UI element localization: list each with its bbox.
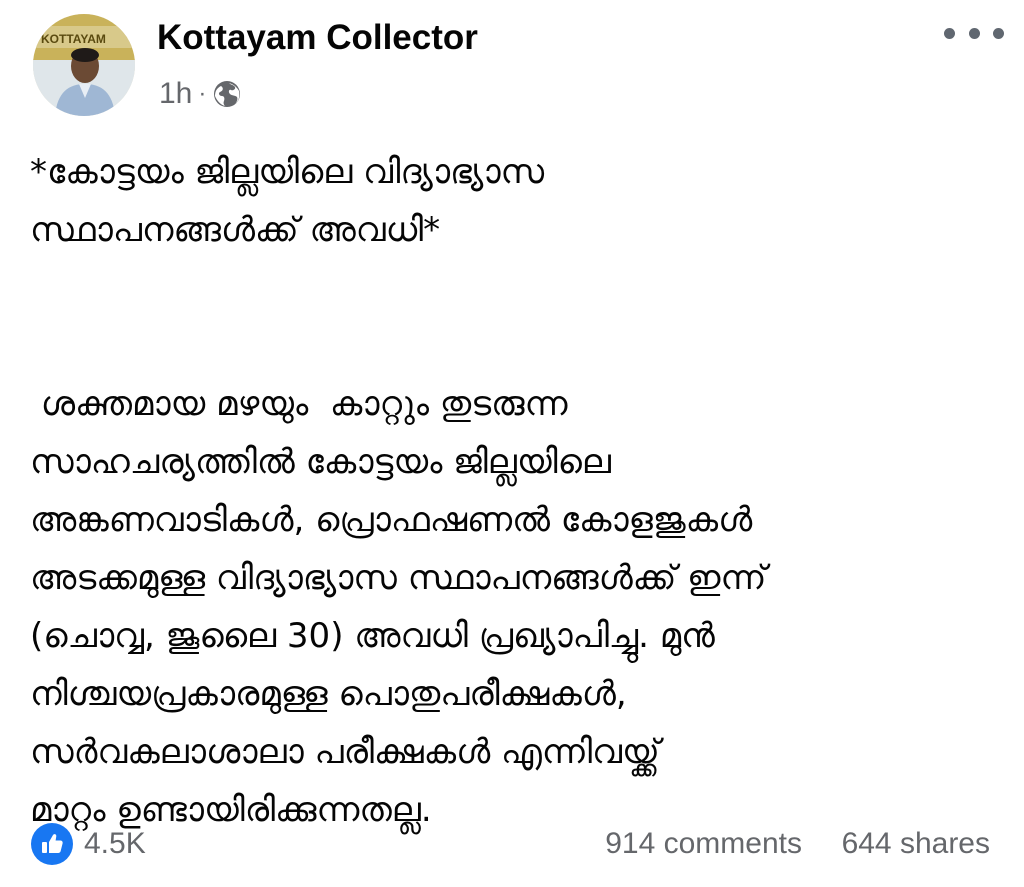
meta-separator: ·: [198, 80, 207, 107]
comments-count[interactable]: 914 comments: [605, 823, 802, 865]
post-text: *കോട്ടയം ജില്ലയിലെ വിദ്യാഭ്യാസ സ്ഥാപനങ്ങ…: [30, 143, 1000, 839]
author-name[interactable]: Kottayam Collector: [157, 14, 478, 62]
avatar-badge-text: KOTTAYAM: [41, 32, 106, 46]
post-body-line: നിശ്ചയപ്രകാരമുള്ള പൊതുപരീക്ഷകൾ,: [30, 674, 627, 714]
like-icon[interactable]: [31, 823, 73, 865]
post-footer: 4.5K 914 comments 644 shares: [0, 815, 1024, 875]
post-body: ശക്തമായ മഴയും കാറ്റും തുടരുന്ന സാഹചര്യത്…: [30, 375, 1000, 839]
post-body-line: അങ്കണവാടികൾ, പ്രൊഫഷണൽ കോളജുകൾ: [30, 500, 753, 540]
more-dot: [968, 27, 980, 39]
globe-icon[interactable]: [212, 79, 242, 109]
post-body-line: സർവകലാശാലാ പരീക്ഷകൾ എന്നിവയ്ക്ക്: [30, 732, 660, 772]
shares-count[interactable]: 644 shares: [842, 823, 990, 865]
post-meta: 1h ·: [159, 72, 242, 116]
post-title: *കോട്ടയം ജില്ലയിലെ വിദ്യാഭ്യാസ സ്ഥാപനങ്ങ…: [30, 143, 1000, 259]
more-dot: [944, 27, 955, 39]
post-body-line: സാഹചര്യത്തിൽ കോട്ടയം ജില്ലയിലെ: [30, 442, 611, 482]
more-dot: [993, 27, 1004, 39]
reactions-count[interactable]: 4.5K: [84, 823, 146, 865]
post-title-line: സ്ഥാപനങ്ങൾക്ക് അവധി*: [30, 210, 441, 250]
post-title-line: *കോട്ടയം ജില്ലയിലെ വിദ്യാഭ്യാസ: [30, 152, 545, 192]
author-avatar[interactable]: KOTTAYAM: [33, 14, 135, 116]
post-body-line: ശക്തമായ മഴയും കാറ്റും തുടരുന്ന: [30, 384, 568, 424]
post-body-line: അടക്കമുള്ള വിദ്യാഭ്യാസ സ്ഥാപനങ്ങൾക്ക് ഇന…: [30, 558, 767, 598]
more-options-icon[interactable]: [944, 18, 1004, 48]
avatar-photo: KOTTAYAM: [33, 14, 135, 116]
post-body-line: (ചൊവ്വ, ജൂലൈ 30) അവധി പ്രഖ്യാപിച്ചു. മുൻ: [30, 616, 715, 656]
post-time[interactable]: 1h: [159, 77, 192, 111]
